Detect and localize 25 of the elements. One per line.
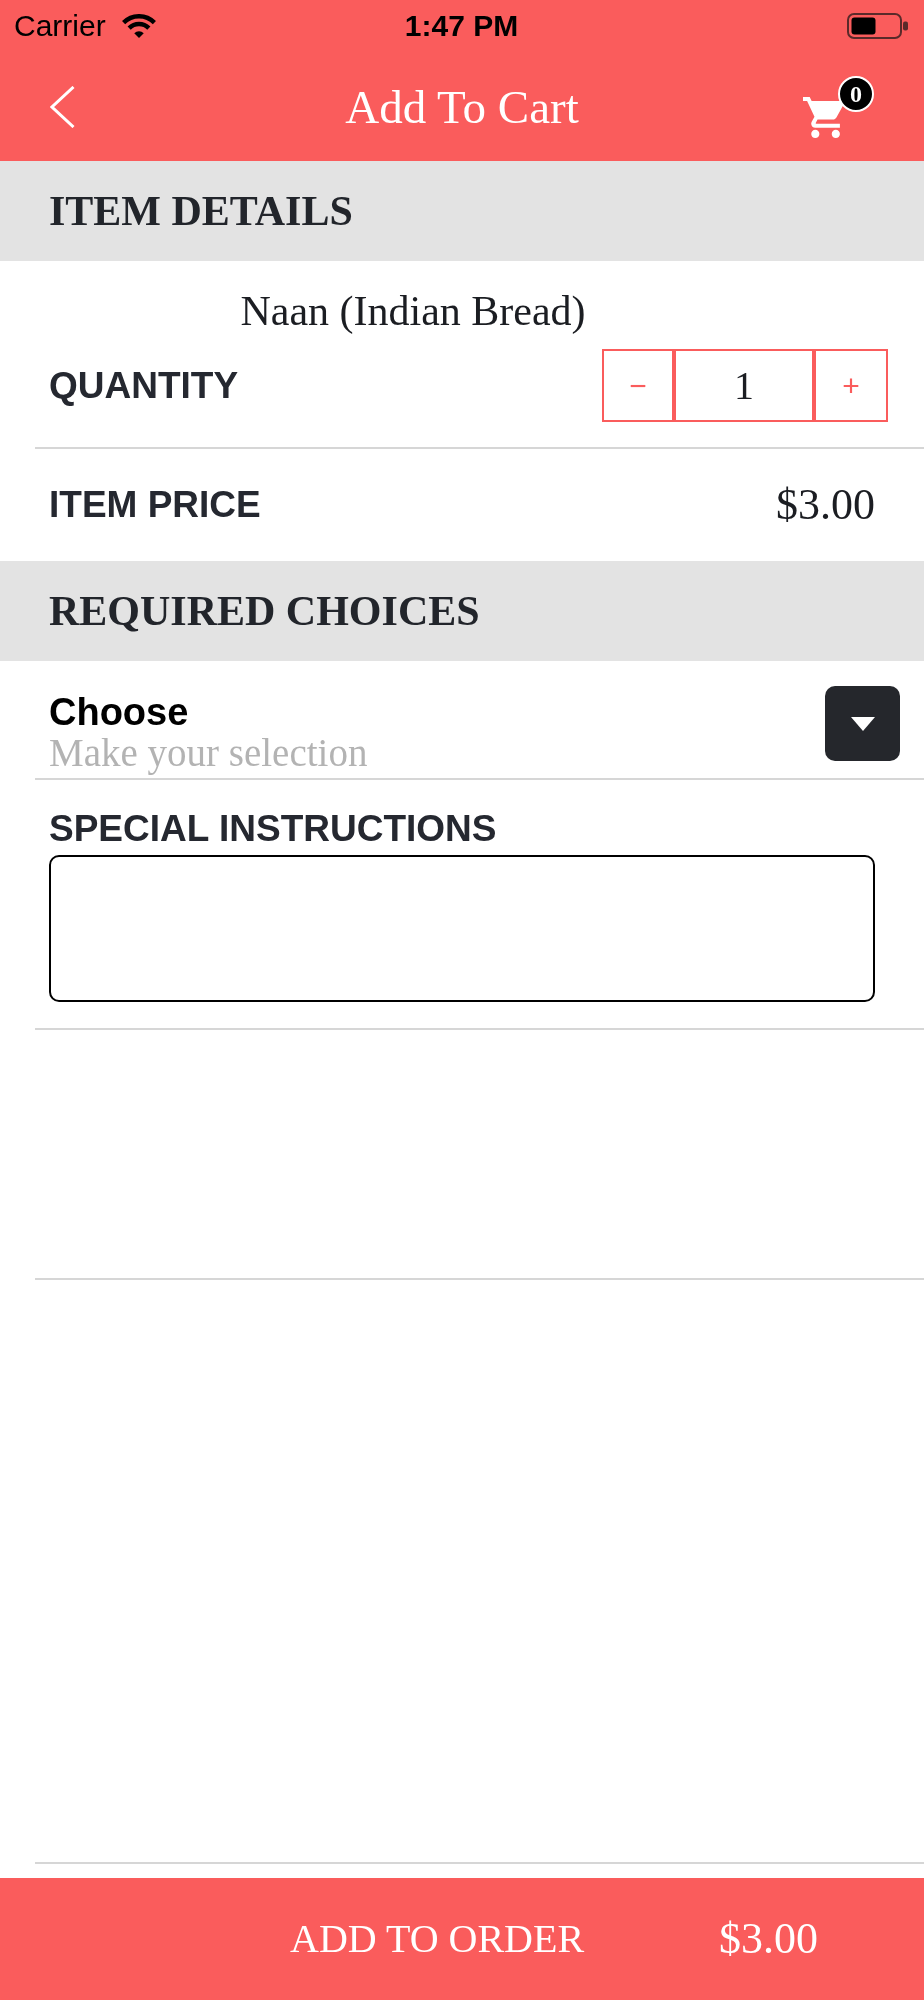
back-button[interactable] <box>50 85 75 128</box>
section-title: ITEM DETAILS <box>49 187 353 235</box>
page-title: Add To Cart <box>345 79 579 135</box>
chevron-left-icon <box>50 85 75 128</box>
cart-count: 0 <box>838 75 874 112</box>
cart-button[interactable] <box>803 96 844 138</box>
cart-icon <box>803 96 844 138</box>
carrier-name: Carrier <box>14 8 106 44</box>
add-to-order-button[interactable]: ADD TO ORDER <box>290 1915 585 1963</box>
quantity-label: QUANTITY <box>49 365 239 406</box>
caret-down-icon <box>850 716 875 731</box>
status-time: 1:47 PM <box>404 8 519 44</box>
item-name: Naan (Indian Bread) <box>240 288 586 334</box>
section-title: REQUIRED CHOICES <box>49 587 480 635</box>
dropdown-button[interactable] <box>825 686 900 761</box>
item-price: $3.00 <box>776 480 875 530</box>
price-label: ITEM PRICE <box>49 485 261 525</box>
order-total: $3.00 <box>719 1914 819 1964</box>
decrement-button[interactable]: − <box>602 349 674 422</box>
wifi-icon <box>120 14 157 38</box>
increment-button[interactable]: + <box>814 349 888 422</box>
instructions-field[interactable] <box>49 855 875 1002</box>
instructions-label: SPECIAL INSTRUCTIONS <box>49 809 497 849</box>
battery-icon <box>847 13 909 39</box>
quantity-field[interactable]: 1 <box>674 349 814 422</box>
